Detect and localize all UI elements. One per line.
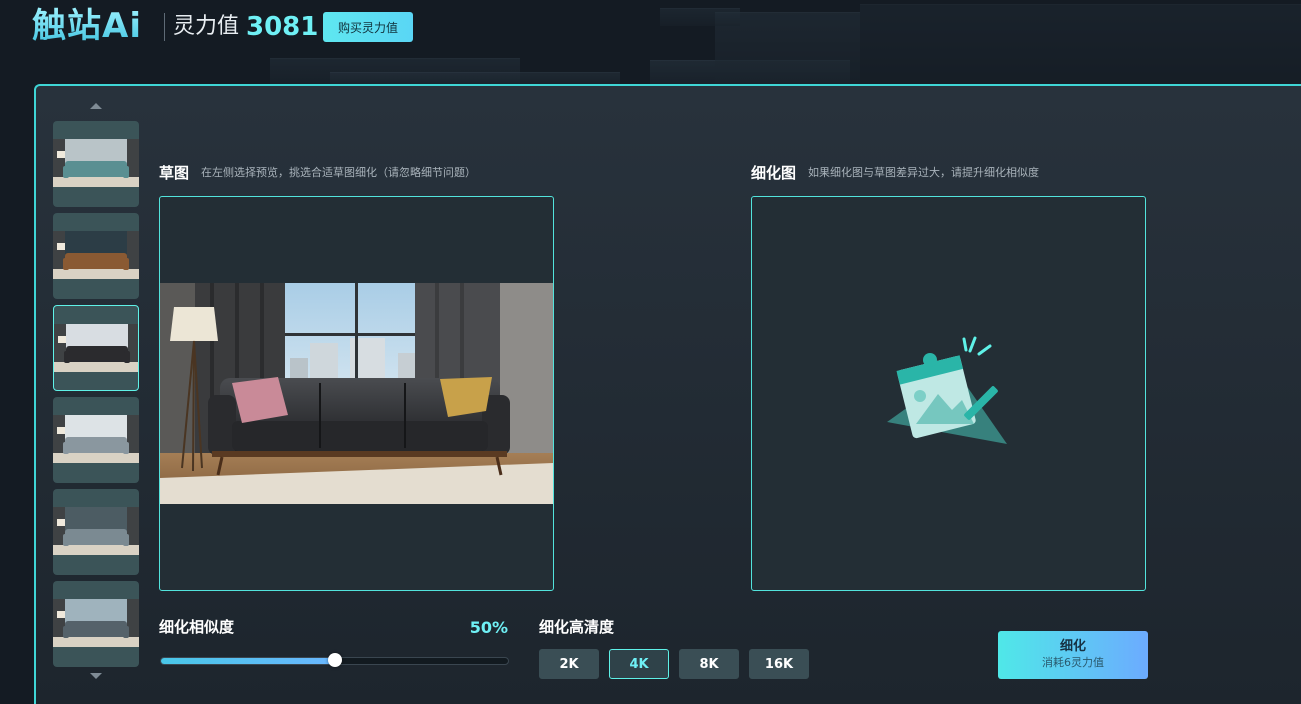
thumbnail-image [53,507,139,555]
buy-power-button[interactable]: 购买灵力值 [323,12,413,42]
chevron-down-icon[interactable] [90,673,102,679]
image-edit-icon [882,332,1017,452]
thumbnail-image [53,139,139,187]
thumbnail-image [53,231,139,279]
refine-cost: 消耗6灵力值 [998,655,1148,671]
thumbnail-item[interactable] [53,397,139,483]
thumbnail-image [54,324,139,372]
power-label: 灵力值 [173,13,239,41]
thumbnail-image [53,415,139,463]
thumbnail-item[interactable] [53,581,139,667]
resolution-option-4k[interactable]: 4K [609,649,669,679]
chevron-up-icon[interactable] [90,103,102,109]
sketch-title: 草图 [159,163,189,183]
thumbnail-item[interactable] [53,213,139,299]
thumbnail-item[interactable] [53,305,139,391]
similarity-value: 50% [450,618,508,638]
slider-handle[interactable] [328,653,342,667]
resolution-label: 细化高清度 [539,617,614,637]
sketch-preview [159,196,554,591]
sketch-hint: 在左侧选择预览，挑选合适草图细化（请忽略细节问题） [201,163,476,183]
resolution-option-16k[interactable]: 16K [749,649,809,679]
thumbnail-image [53,599,139,647]
refine-button[interactable]: 细化 消耗6灵力值 [998,631,1148,679]
header: 触站Ai 灵力值 3081 购买灵力值 [0,0,1301,56]
refined-title: 细化图 [751,163,796,183]
thumbnail-item[interactable] [53,489,139,575]
thumbnail-item[interactable] [53,121,139,207]
refine-button-label: 细化 [998,639,1148,655]
resolution-option-2k[interactable]: 2K [539,649,599,679]
logo: 触站Ai [32,6,142,46]
power-value: 3081 [246,11,318,43]
sofa-image [160,283,553,504]
resolution-option-8k[interactable]: 8K [679,649,739,679]
refined-hint: 如果细化图与草图差异过大，请提升细化相似度 [808,163,1039,183]
refined-preview [751,196,1146,591]
similarity-label: 细化相似度 [159,617,234,637]
header-divider [164,13,165,41]
slider-fill [161,658,335,664]
similarity-slider[interactable] [160,657,509,665]
